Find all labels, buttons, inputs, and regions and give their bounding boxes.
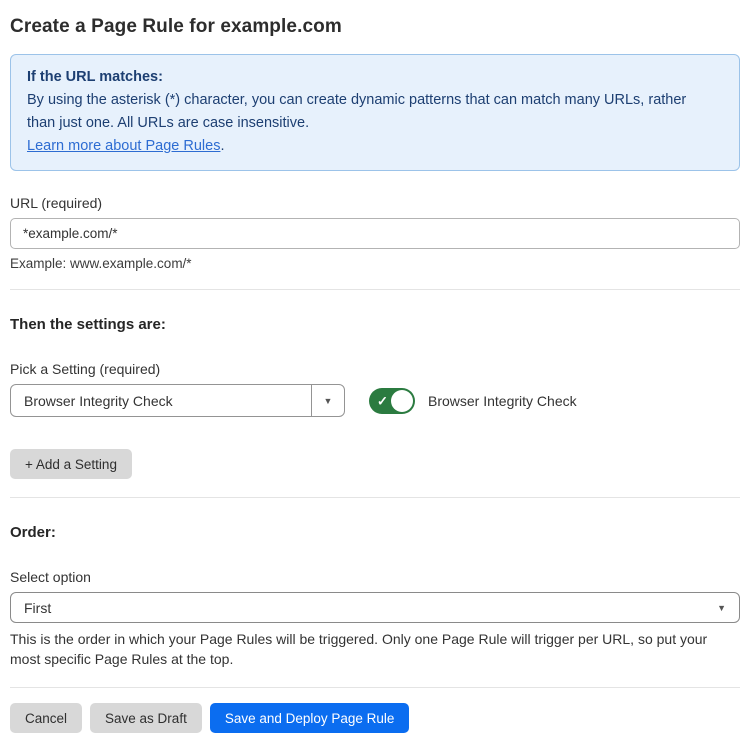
save-and-deploy-button[interactable]: Save and Deploy Page Rule xyxy=(210,703,410,733)
info-box-heading: If the URL matches: xyxy=(27,66,723,89)
setting-picker-arrow-button[interactable]: ▼ xyxy=(311,385,344,416)
save-as-draft-button[interactable]: Save as Draft xyxy=(90,703,202,733)
cancel-button[interactable]: Cancel xyxy=(10,703,82,733)
settings-section-heading: Then the settings are: xyxy=(10,316,740,333)
order-section-heading: Order: xyxy=(10,524,740,541)
setting-picker-dropdown[interactable]: Browser Integrity Check ▼ xyxy=(10,384,345,417)
order-select-label: Select option xyxy=(10,569,740,585)
chevron-down-icon: ▼ xyxy=(324,396,333,406)
order-helper-text: This is the order in which your Page Rul… xyxy=(10,630,740,669)
divider-after-settings xyxy=(10,497,740,498)
info-box-body: By using the asterisk (*) character, you… xyxy=(27,89,707,135)
checkmark-icon: ✓ xyxy=(377,394,388,407)
setting-picker-label: Pick a Setting (required) xyxy=(10,361,740,377)
url-match-info-box: If the URL matches: By using the asteris… xyxy=(10,54,740,171)
setting-picker-value: Browser Integrity Check xyxy=(11,385,311,416)
url-field-label: URL (required) xyxy=(10,195,740,211)
setting-row: Browser Integrity Check ▼ ✓ Browser Inte… xyxy=(10,384,740,417)
divider-after-url xyxy=(10,289,740,290)
toggle-knob xyxy=(391,390,413,412)
footer-actions: Cancel Save as Draft Save and Deploy Pag… xyxy=(10,703,740,733)
toggle-label: Browser Integrity Check xyxy=(428,393,577,409)
learn-more-link[interactable]: Learn more about Page Rules xyxy=(27,138,220,154)
order-select[interactable]: First ▼ xyxy=(10,592,740,623)
url-field-helper: Example: www.example.com/* xyxy=(10,256,740,271)
add-setting-button[interactable]: + Add a Setting xyxy=(10,449,132,479)
browser-integrity-check-toggle[interactable]: ✓ xyxy=(369,388,415,414)
url-input[interactable] xyxy=(10,218,740,249)
page-title: Create a Page Rule for example.com xyxy=(10,16,740,38)
info-box-link-line: Learn more about Page Rules. xyxy=(27,138,225,154)
chevron-down-icon: ▼ xyxy=(717,603,726,613)
order-select-value: First xyxy=(24,600,717,616)
setting-toggle-group: ✓ Browser Integrity Check xyxy=(369,388,577,414)
divider-before-footer xyxy=(10,687,740,688)
link-suffix: . xyxy=(220,138,224,154)
